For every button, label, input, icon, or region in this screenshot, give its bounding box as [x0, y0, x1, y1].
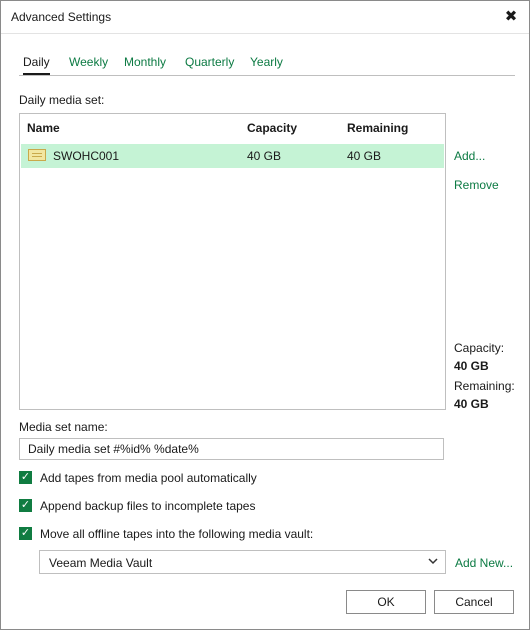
dialog-title: Advanced Settings — [11, 10, 112, 24]
media-set-list[interactable]: Name Capacity Remaining SWOHC001 40 GB 4… — [19, 113, 446, 410]
append-incomplete-checkbox[interactable]: ✓ — [19, 499, 32, 512]
tab-weekly[interactable]: Weekly — [69, 53, 108, 73]
advanced-settings-dialog: Advanced Settings ✖ Daily Weekly Monthly… — [0, 0, 530, 630]
tab-daily[interactable]: Daily — [23, 53, 50, 75]
media-set-name-label: Media set name: — [19, 420, 108, 434]
column-header-capacity[interactable]: Capacity — [247, 121, 297, 135]
capacity-value: 40 GB — [454, 359, 489, 373]
move-offline-checkbox[interactable]: ✓ — [19, 527, 32, 540]
auto-add-tapes-label[interactable]: Add tapes from media pool automatically — [40, 471, 257, 485]
row-remaining: 40 GB — [347, 149, 382, 163]
cancel-button[interactable]: Cancel — [434, 590, 514, 614]
media-vault-value: Veeam Media Vault — [49, 556, 153, 570]
schedule-tabs: Daily Weekly Monthly Quarterly Yearly — [19, 53, 515, 76]
chevron-down-icon — [428, 558, 438, 565]
capacity-label: Capacity: — [454, 341, 505, 355]
tab-monthly[interactable]: Monthly — [124, 53, 166, 73]
media-vault-dropdown[interactable]: Veeam Media Vault — [39, 550, 446, 574]
column-header-name[interactable]: Name — [27, 121, 60, 135]
title-bar: Advanced Settings ✖ — [1, 1, 529, 34]
remaining-value: 40 GB — [454, 397, 489, 411]
remove-tape-link[interactable]: Remove — [454, 178, 499, 192]
add-new-vault-link[interactable]: Add New... — [455, 556, 513, 570]
tab-quarterly[interactable]: Quarterly — [185, 53, 234, 73]
add-tape-link[interactable]: Add... — [454, 149, 485, 163]
auto-add-tapes-checkbox[interactable]: ✓ — [19, 471, 32, 484]
table-row[interactable]: SWOHC001 40 GB 40 GB — [21, 144, 444, 168]
media-set-list-label: Daily media set: — [19, 93, 105, 107]
tape-icon — [28, 149, 46, 161]
tab-yearly[interactable]: Yearly — [250, 53, 283, 73]
append-incomplete-label[interactable]: Append backup files to incomplete tapes — [40, 499, 255, 513]
ok-button[interactable]: OK — [346, 590, 426, 614]
row-name: SWOHC001 — [53, 149, 120, 163]
close-icon[interactable]: ✖ — [501, 7, 521, 27]
media-set-name-input[interactable] — [19, 438, 444, 460]
row-capacity: 40 GB — [247, 149, 282, 163]
column-header-remaining[interactable]: Remaining — [347, 121, 408, 135]
move-offline-label[interactable]: Move all offline tapes into the followin… — [40, 527, 313, 541]
remaining-label: Remaining: — [454, 379, 515, 393]
